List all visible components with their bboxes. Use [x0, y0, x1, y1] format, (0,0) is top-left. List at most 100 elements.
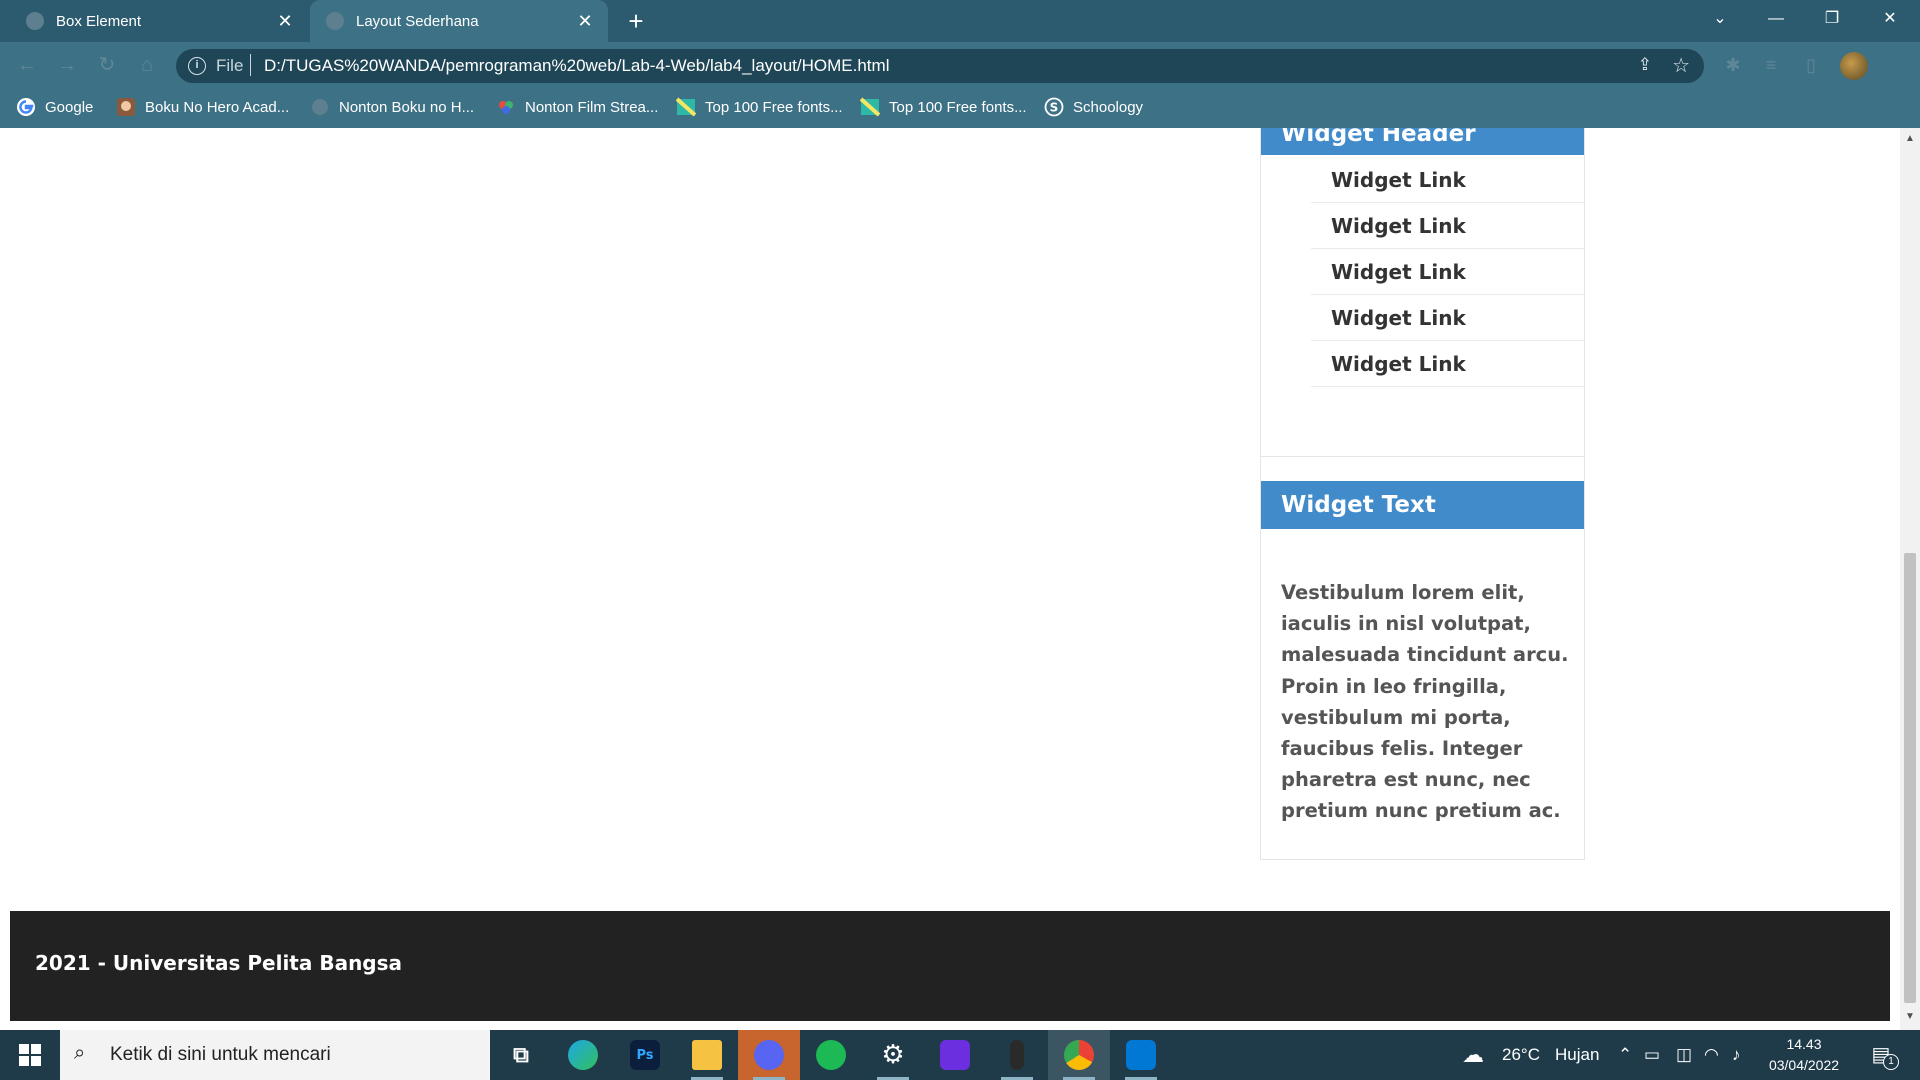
taskbar-spotify[interactable] [800, 1030, 862, 1080]
widget-text-body: Vestibulum lorem elit, iaculis in nisl v… [1281, 581, 1569, 823]
bookmarks-bar: Google Boku No Hero Acad... Nonton Boku … [0, 86, 1920, 128]
windows-logo-icon [19, 1044, 41, 1066]
wifi-icon[interactable]: ◠ [1704, 1030, 1719, 1080]
app-dark-icon [1010, 1040, 1024, 1070]
weather-condition[interactable]: Hujan [1555, 1030, 1599, 1080]
fonts-icon [676, 97, 696, 117]
extension-icon[interactable]: ✱ [1722, 55, 1744, 75]
taskbar-clock[interactable]: 14.43 03/04/2022 [1760, 1034, 1848, 1076]
globe-icon [312, 99, 328, 115]
tab-title: Layout Sederhana [356, 12, 479, 30]
widget-link[interactable]: Widget Link [1311, 341, 1584, 387]
taskbar-edge[interactable] [552, 1030, 614, 1080]
scroll-thumb[interactable] [1904, 553, 1916, 1003]
weather-temp[interactable]: 26°C [1502, 1030, 1540, 1080]
widget-text-box: Widget Text Vestibulum lorem elit, iacul… [1260, 456, 1585, 860]
reload-icon[interactable]: ↻ [94, 52, 120, 78]
task-view-icon: ⧉ [513, 1042, 529, 1068]
notification-badge: 1 [1883, 1054, 1899, 1070]
widget-link[interactable]: Widget Link [1311, 157, 1584, 203]
tab-strip: Box Element ✕ Layout Sederhana ✕ + ⌄ — ❐… [0, 0, 1920, 42]
edge-icon [568, 1040, 598, 1070]
bookmark-top-fonts-2[interactable]: Top 100 Free fonts... [860, 96, 1027, 118]
bookmark-nonton-film[interactable]: Nonton Film Strea... [496, 96, 658, 118]
taskbar-app-purple[interactable] [924, 1030, 986, 1080]
side-panel-icon[interactable]: ▯ [1800, 55, 1822, 75]
close-tab-icon[interactable]: ✕ [574, 10, 596, 32]
bookmark-label: Schoology [1073, 98, 1144, 116]
reading-list-icon[interactable]: ≡ [1760, 55, 1782, 75]
url-text[interactable]: D:/TUGAS%20WANDA/pemrograman%20web/Lab-4… [264, 56, 889, 76]
taskbar-discord[interactable] [738, 1030, 800, 1080]
tab-title: Box Element [56, 12, 142, 30]
start-windows-icon[interactable] [0, 1030, 60, 1080]
film-icon [499, 101, 513, 114]
window-close-button[interactable]: ✕ [1862, 0, 1918, 38]
bookmark-label: Top 100 Free fonts... [889, 98, 1027, 116]
back-arrow-icon[interactable]: ← [14, 52, 40, 78]
bookmark-nonton-boku[interactable]: Nonton Boku no H... [310, 96, 474, 118]
page-footer: 2021 - Universitas Pelita Bangsa [10, 911, 1890, 1021]
widget-link[interactable]: Widget Link [1311, 249, 1584, 295]
app-purple-icon [940, 1040, 970, 1070]
bookmark-schoology[interactable]: S Schoology [1044, 96, 1143, 118]
taskbar-file-explorer[interactable] [676, 1030, 738, 1080]
fonts-icon [860, 97, 880, 117]
scroll-down-arrow-icon[interactable]: ▼ [1900, 1010, 1920, 1024]
profile-avatar[interactable] [1840, 52, 1868, 80]
site-info-icon[interactable]: i [188, 57, 206, 75]
vertical-scrollbar[interactable]: ▲ ▼ [1900, 128, 1920, 1030]
bookmark-google[interactable]: Google [16, 96, 93, 118]
bookmark-boku-no-hero[interactable]: Boku No Hero Acad... [116, 96, 289, 118]
forward-arrow-icon[interactable]: → [54, 52, 80, 78]
widget-text-title: Widget Text [1261, 481, 1584, 529]
bookmark-star-icon[interactable]: ☆ [1672, 53, 1690, 78]
google-icon [17, 98, 35, 116]
show-hidden-icons-icon[interactable]: ⌃ [1618, 1030, 1632, 1080]
weather-icon[interactable]: ☁ [1462, 1030, 1484, 1080]
tab-layout-sederhana[interactable]: Layout Sederhana ✕ [310, 0, 608, 42]
clock-date: 03/04/2022 [1768, 1057, 1840, 1073]
page-viewport: Widget Header Widget Link Widget Link Wi… [0, 128, 1900, 1030]
address-bar[interactable]: i File D:/TUGAS%20WANDA/pemrograman%20we… [176, 49, 1704, 83]
meet-now-icon[interactable]: ◫ [1676, 1030, 1692, 1080]
restore-button[interactable]: ❐ [1804, 0, 1860, 38]
anime-icon [117, 98, 135, 116]
share-icon[interactable]: ⇪ [1638, 55, 1652, 75]
taskbar-photoshop[interactable]: Ps [614, 1030, 676, 1080]
footer-text: 2021 - Universitas Pelita Bangsa [35, 951, 403, 975]
taskbar-settings[interactable]: ⚙ [862, 1030, 924, 1080]
schoology-icon: S [1044, 97, 1064, 117]
bookmark-label: Nonton Film Strea... [525, 98, 659, 116]
widget-link[interactable]: Widget Link [1311, 295, 1584, 341]
task-view-button[interactable]: ⧉ [490, 1030, 552, 1080]
minimize-button[interactable]: — [1748, 0, 1804, 38]
widget-link-list: Widget Link Widget Link Widget Link Widg… [1311, 157, 1584, 387]
new-tab-button[interactable]: + [622, 8, 650, 36]
taskbar-vscode[interactable] [1110, 1030, 1172, 1080]
volume-icon[interactable]: ♪ [1732, 1030, 1741, 1080]
tab-search-icon[interactable]: ⌄ [1692, 0, 1748, 38]
widget-header-title: Widget Header [1261, 128, 1584, 155]
close-tab-icon[interactable]: ✕ [274, 10, 296, 32]
bookmark-label: Nonton Boku no H... [339, 98, 475, 116]
folder-icon [692, 1040, 722, 1070]
widget-link[interactable]: Widget Link [1311, 203, 1584, 249]
battery-icon[interactable]: ▭ [1644, 1030, 1660, 1080]
home-icon[interactable]: ⌂ [134, 52, 160, 78]
bookmark-top-fonts-1[interactable]: Top 100 Free fonts... [676, 96, 843, 118]
scroll-up-arrow-icon[interactable]: ▲ [1900, 132, 1920, 146]
vscode-icon [1126, 1040, 1156, 1070]
taskbar-app-dark[interactable] [986, 1030, 1048, 1080]
globe-icon [26, 12, 44, 30]
clock-time: 14.43 [1786, 1036, 1822, 1052]
taskbar-chrome[interactable] [1048, 1030, 1110, 1080]
taskbar-search-box[interactable]: ⌕ Ketik di sini untuk mencari [60, 1030, 490, 1080]
bookmark-label: Boku No Hero Acad... [145, 98, 290, 116]
discord-icon [754, 1040, 784, 1070]
bookmark-label: Google [45, 98, 94, 116]
tab-box-element[interactable]: Box Element ✕ [0, 0, 308, 42]
photoshop-icon: Ps [630, 1040, 660, 1070]
url-scheme: File [216, 56, 244, 75]
gear-icon: ⚙ [881, 1040, 905, 1070]
